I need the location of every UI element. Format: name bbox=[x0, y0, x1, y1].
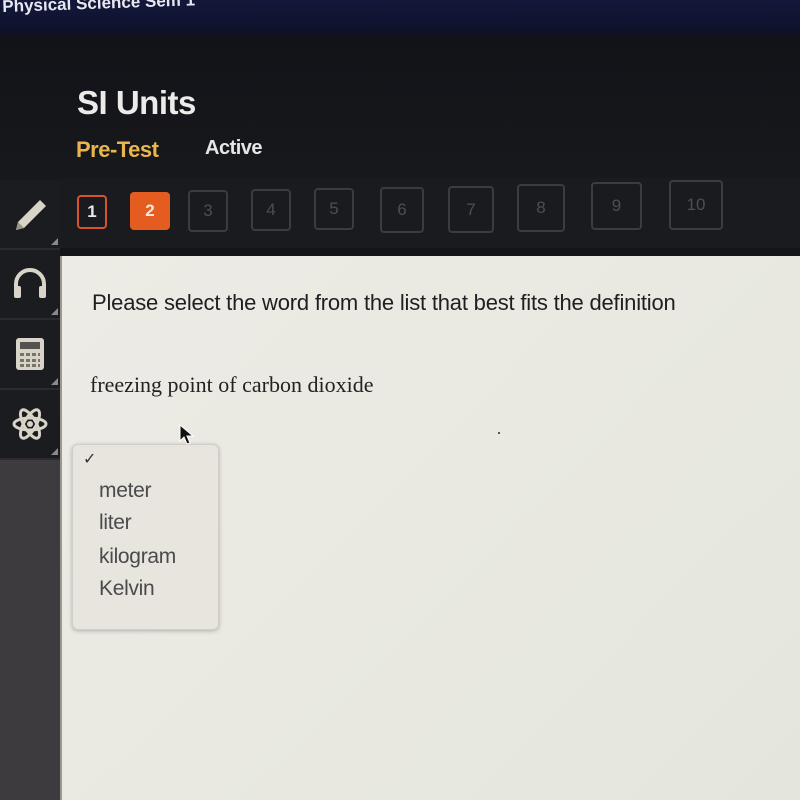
atom-tool-button[interactable] bbox=[0, 390, 60, 460]
tab-pre-test[interactable]: Pre-Test bbox=[76, 137, 159, 163]
tab-active[interactable]: Active bbox=[205, 137, 263, 160]
question-button-1[interactable]: 1 bbox=[77, 195, 107, 229]
expand-corner-icon bbox=[51, 378, 58, 385]
question-navigation: 1 2 3 4 5 6 7 8 9 10 bbox=[60, 178, 800, 248]
course-title[interactable]: Physical Science Sem 1 bbox=[2, 0, 195, 17]
question-button-6[interactable]: 6 bbox=[380, 187, 424, 233]
dropdown-option-kelvin[interactable]: Kelvin bbox=[99, 577, 155, 601]
lesson-title: SI Units bbox=[77, 84, 196, 121]
checkmark-icon: ✓ bbox=[83, 451, 97, 468]
headphones-icon bbox=[14, 268, 46, 298]
question-button-9[interactable]: 9 bbox=[591, 182, 642, 230]
question-prompt: freezing point of carbon dioxide bbox=[90, 372, 374, 397]
dropdown-option-meter[interactable]: meter bbox=[99, 479, 151, 503]
atom-icon bbox=[12, 408, 48, 440]
screen-speck bbox=[498, 432, 500, 434]
question-button-8[interactable]: 8 bbox=[517, 184, 565, 232]
pencil-tool-button[interactable] bbox=[0, 180, 60, 250]
calculator-tool-button[interactable] bbox=[0, 320, 60, 390]
expand-corner-icon bbox=[51, 238, 58, 245]
question-button-7[interactable]: 7 bbox=[448, 186, 494, 233]
question-button-3[interactable]: 3 bbox=[188, 190, 228, 232]
question-button-10[interactable]: 10 bbox=[669, 180, 723, 230]
tool-sidebar bbox=[0, 180, 60, 800]
dropdown-option-liter[interactable]: liter bbox=[99, 511, 132, 535]
answer-dropdown-menu[interactable]: ✓ meter liter kilogram Kelvin bbox=[72, 444, 219, 630]
question-button-5[interactable]: 5 bbox=[314, 188, 354, 230]
question-panel: Please select the word from the list tha… bbox=[60, 256, 800, 800]
calculator-icon bbox=[16, 338, 44, 370]
expand-corner-icon bbox=[51, 308, 58, 315]
question-button-4[interactable]: 4 bbox=[251, 189, 291, 231]
headphones-tool-button[interactable] bbox=[0, 250, 60, 320]
question-instruction: Please select the word from the list tha… bbox=[92, 290, 676, 315]
mouse-cursor-icon bbox=[179, 424, 195, 445]
question-button-2[interactable]: 2 bbox=[130, 192, 170, 230]
course-bar: Physical Science Sem 1 bbox=[0, 0, 800, 40]
pencil-icon bbox=[16, 200, 46, 230]
expand-corner-icon bbox=[51, 448, 58, 455]
dropdown-option-kilogram[interactable]: kilogram bbox=[99, 545, 176, 569]
